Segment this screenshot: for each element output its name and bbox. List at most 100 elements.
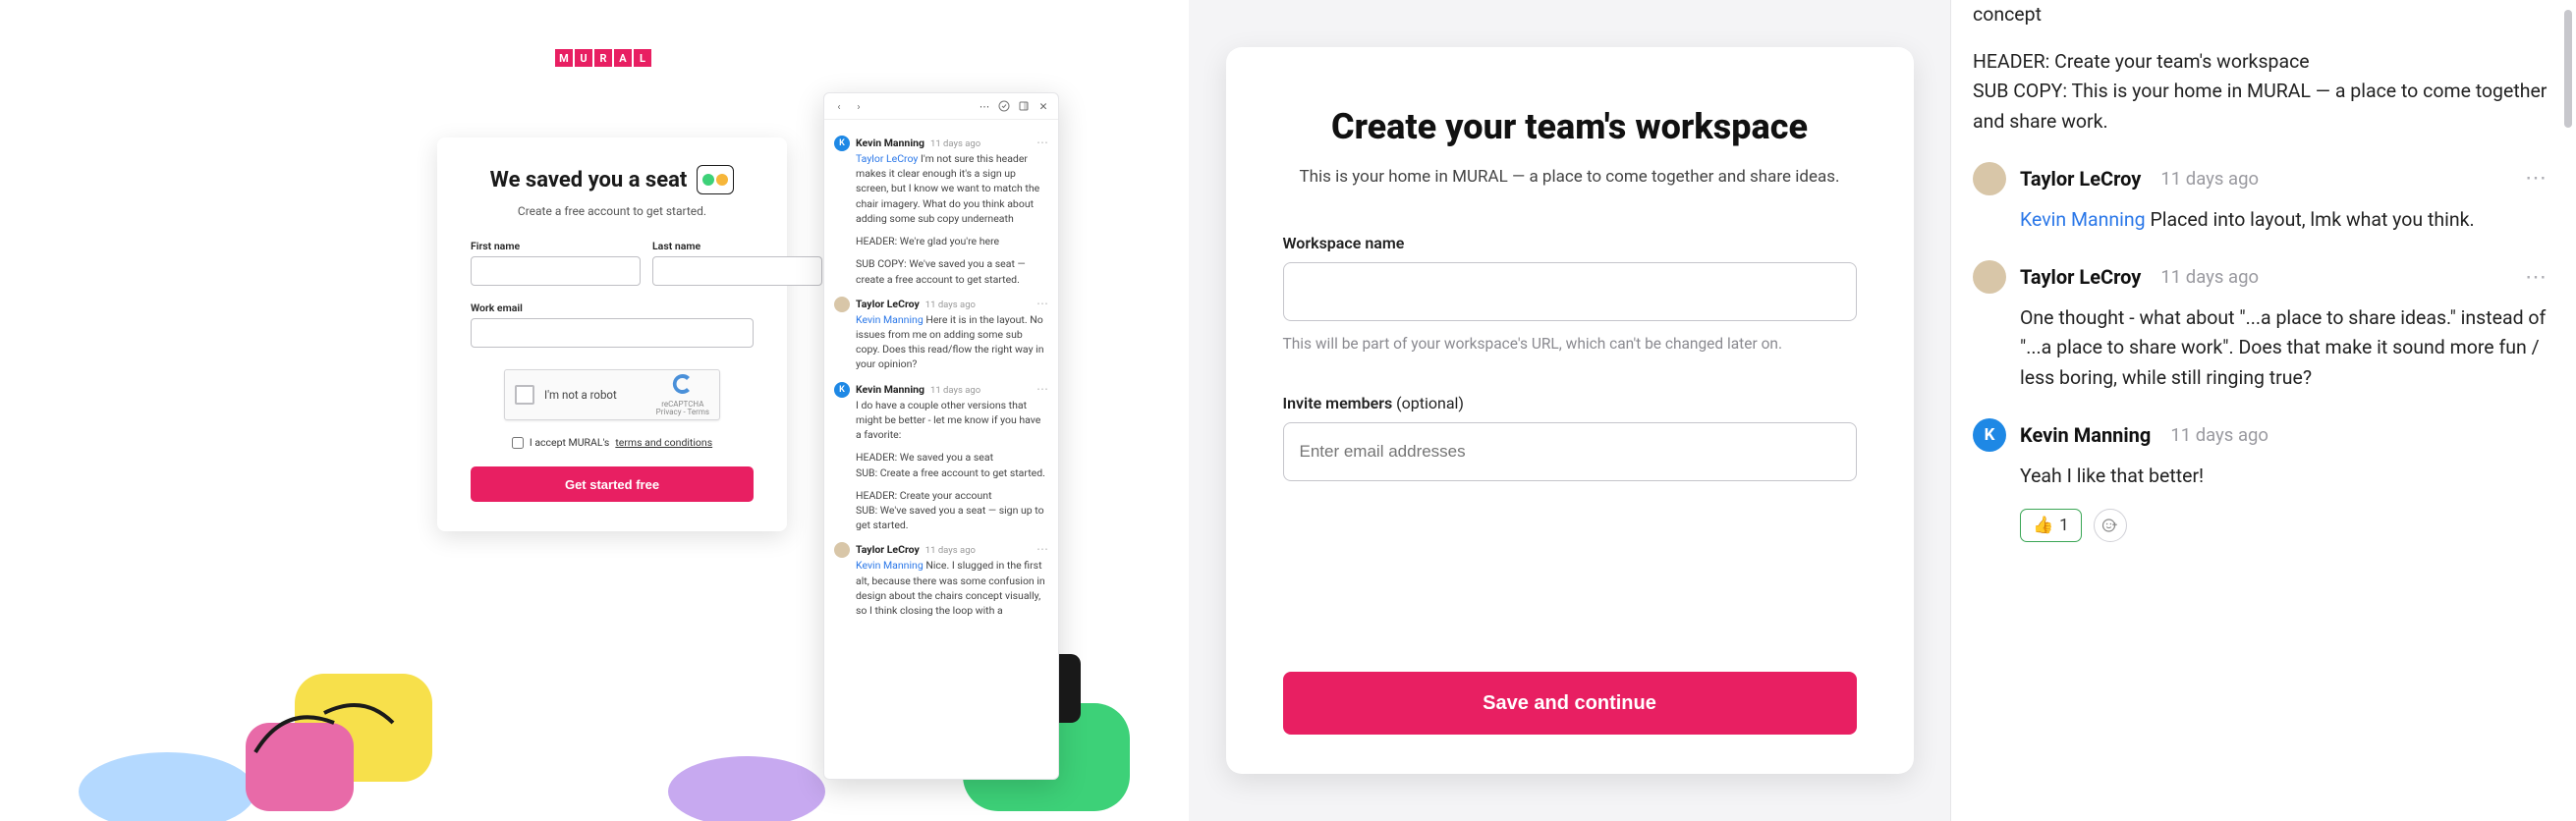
add-reaction-button[interactable]	[2094, 509, 2127, 542]
avatar: K	[834, 136, 850, 151]
comment-time: 11 days ago	[2160, 168, 2259, 190]
signup-canvas: M U R A L We saved you a seat Create a f…	[0, 0, 1189, 821]
mention[interactable]: Taylor LeCroy	[856, 152, 918, 165]
workspace-title: Create your team's workspace	[1283, 106, 1857, 147]
comment-text: Kevin Manning Nice. I slugged in the fir…	[856, 558, 1048, 618]
comment-more-icon[interactable]: ⋯	[2525, 166, 2548, 191]
reaction-thumbs-up[interactable]: 👍 1	[2020, 509, 2082, 542]
sidebar-comment: Taylor LeCroy 11 days ago ⋯ One thought - w…	[1973, 260, 2548, 393]
comment-author: Kevin Manning	[856, 137, 924, 149]
comment-more-icon[interactable]: ⋯	[1036, 382, 1048, 396]
recaptcha-widget[interactable]: I'm not a robot reCAPTCHA Privacy - Term…	[504, 369, 720, 420]
comment-time: 11 days ago	[925, 545, 976, 556]
comment-author: Taylor LeCroy	[856, 543, 920, 556]
thread-close-icon[interactable]: ✕	[1036, 99, 1050, 113]
thread-comment: Taylor LeCroy 11 days ago ⋯ Kevin Manning N…	[834, 542, 1048, 618]
comment-copy-block: HEADER: We saved you a seat SUB: Create …	[856, 450, 1048, 479]
signup-title: We saved you a seat	[490, 168, 688, 192]
thread-body[interactable]: KKevin Manning11 days ago⋯Taylor LeCroy …	[824, 120, 1058, 628]
logo-letter: U	[575, 49, 592, 67]
first-name-input[interactable]	[471, 256, 641, 286]
comment-author: Kevin Manning	[2020, 423, 2151, 447]
avatar	[1973, 162, 2006, 195]
thread-comment: KKevin Manning11 days ago⋯I do have a co…	[834, 382, 1048, 533]
thumbs-up-icon: 👍	[2033, 516, 2053, 535]
reaction-count: 1	[2059, 516, 2069, 535]
thread-dock-icon[interactable]	[1017, 99, 1031, 113]
signup-subtitle: Create a free account to get started.	[471, 204, 754, 218]
workspace-name-label: Workspace name	[1283, 234, 1857, 252]
logo-letter: M	[555, 49, 573, 67]
logo-letter: A	[614, 49, 632, 67]
comment-more-icon[interactable]: ⋯	[1036, 136, 1048, 149]
comment-author: Taylor LeCroy	[2020, 167, 2141, 191]
terms-text: I accept MURAL's	[530, 436, 609, 449]
comment-copy-block: HEADER: Create your account SUB: We've s…	[856, 488, 1048, 533]
avatar: K	[834, 382, 850, 398]
comment-text: Kevin Manning Here it is in the layout. …	[856, 312, 1048, 372]
workspace-subtitle: This is your home in MURAL — a place to …	[1283, 165, 1857, 191]
comment-author: Taylor LeCroy	[856, 298, 920, 310]
panel-workspace-design: Create your team's workspace This is you…	[1189, 0, 1951, 821]
thread-back-icon[interactable]: ‹	[832, 99, 846, 113]
comment-text: Yeah I like that better!	[2020, 462, 2548, 491]
comment-more-icon[interactable]: ⋯	[1036, 542, 1048, 556]
comment-copy-block: SUB COPY: We've saved you a seat — creat…	[856, 256, 1048, 286]
comment-text: Taylor LeCroy I'm not sure this header m…	[856, 151, 1048, 226]
comment-more-icon[interactable]: ⋯	[1036, 297, 1048, 310]
comment-time: 11 days ago	[2170, 424, 2268, 446]
last-name-input[interactable]	[652, 256, 822, 286]
thread-resolve-icon[interactable]	[997, 99, 1011, 113]
invite-members-input[interactable]	[1283, 422, 1857, 481]
sidebar-comment: K Kevin Manning 11 days ago Yeah I like tha…	[1973, 418, 2548, 491]
comment-time: 11 days ago	[930, 385, 980, 396]
comment-time: 11 days ago	[925, 300, 976, 310]
work-email-input[interactable]	[471, 318, 754, 348]
comment-text: Kevin Manning Placed into layout, lmk wh…	[2020, 205, 2548, 235]
comment-thread-panel: ‹ › ⋯ ✕ KKevin Manning11 days ago⋯Taylor…	[823, 92, 1059, 780]
mention[interactable]: Kevin Manning	[856, 313, 924, 326]
scrollbar-thumb[interactable]	[2564, 10, 2572, 128]
chairs-icon	[697, 165, 734, 194]
first-name-label: First name	[471, 240, 641, 252]
avatar	[1973, 260, 2006, 294]
comment-more-icon[interactable]: ⋯	[2525, 265, 2548, 290]
thread-more-icon[interactable]: ⋯	[978, 99, 991, 113]
reaction-row: 👍 1	[2020, 509, 2548, 542]
comment-author: Taylor LeCroy	[2020, 265, 2141, 289]
sidebar-comment: Taylor LeCroy 11 days ago ⋯ Kevin Manning P…	[1973, 162, 2548, 235]
workspace-card: Create your team's workspace This is you…	[1226, 47, 1914, 774]
signup-card: We saved you a seat Create a free accoun…	[437, 137, 787, 531]
comment-copy-block: HEADER: We're glad you're here	[856, 234, 1048, 248]
workspace-name-hint: This will be part of your workspace's UR…	[1283, 333, 1857, 355]
thread-toolbar: ‹ › ⋯ ✕	[824, 93, 1058, 120]
recaptcha-checkbox[interactable]	[515, 385, 534, 405]
get-started-button[interactable]: Get started free	[471, 466, 754, 502]
logo-letter: R	[594, 49, 612, 67]
thread-comment: Taylor LeCroy 11 days ago ⋯ Kevin Manning H…	[834, 297, 1048, 372]
mention[interactable]: Kevin Manning	[2020, 208, 2146, 231]
terms-link[interactable]: terms and conditions	[615, 436, 712, 449]
recaptcha-label: I'm not a robot	[544, 388, 617, 402]
comment-time: 11 days ago	[930, 138, 980, 149]
save-continue-button[interactable]: Save and continue	[1283, 672, 1857, 735]
thread-comment: K Kevin Manning 11 days ago ⋯ Taylor LeCroy …	[834, 136, 1048, 287]
last-name-label: Last name	[652, 240, 822, 252]
panel-comments-sidebar: concept HEADER: Create your team's works…	[1951, 0, 2576, 821]
comment-text: One thought - what about "...a place to …	[2020, 303, 2548, 393]
logo-letter: L	[634, 49, 651, 67]
mention[interactable]: Kevin Manning	[856, 559, 924, 572]
invite-members-label: Invite members (optional)	[1283, 394, 1857, 412]
thread-forward-icon[interactable]: ›	[852, 99, 866, 113]
avatar	[834, 542, 850, 558]
mural-logo: M U R A L	[555, 49, 651, 67]
avatar: K	[1973, 418, 2006, 452]
terms-checkbox[interactable]	[512, 437, 524, 449]
panel-signup-design: M U R A L We saved you a seat Create a f…	[0, 0, 1189, 821]
partial-prev-comment: concept HEADER: Create your team's works…	[1973, 0, 2548, 137]
scrollbar[interactable]	[2562, 0, 2572, 821]
avatar	[834, 297, 850, 312]
workspace-name-input[interactable]	[1283, 262, 1857, 321]
comment-author: Kevin Manning	[856, 383, 924, 396]
comment-time: 11 days ago	[2160, 266, 2259, 288]
